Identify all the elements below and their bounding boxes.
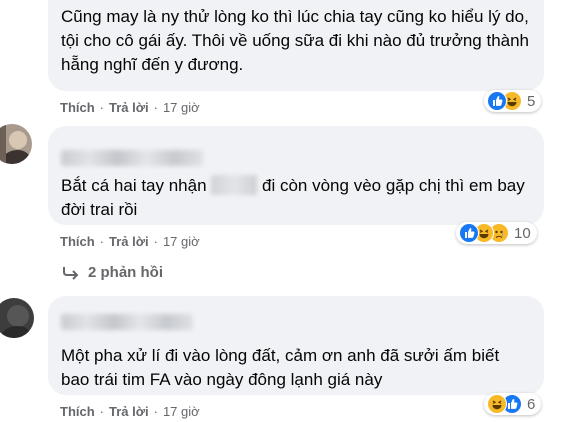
timestamp[interactable]: 17 giờ: [163, 100, 200, 115]
comment-text: Một pha xử lí đi vào lòng đất, cảm ơn an…: [61, 346, 500, 389]
comment-bubble: Một pha xử lí đi vào lòng đất, cảm ơn an…: [48, 296, 544, 395]
like-link[interactable]: Thích: [60, 100, 95, 115]
reply-link[interactable]: Trả lời: [109, 404, 149, 419]
haha-icon: [487, 394, 507, 414]
timestamp[interactable]: 17 giờ: [163, 234, 200, 249]
view-replies-link[interactable]: 2 phản hồi: [62, 264, 163, 281]
avatar[interactable]: [0, 298, 34, 338]
comment-actions: Thích · Trả lời · 17 giờ: [60, 404, 200, 419]
reaction-count: 5: [527, 92, 536, 110]
comment-actions: Thích · Trả lời · 17 giờ: [60, 234, 200, 249]
censored-word: [211, 175, 258, 195]
comment-text: Bắt cá hai tay nhận đi còn vòng vèo gặp …: [61, 174, 531, 222]
comment-bubble: Bắt cá hai tay nhận đi còn vòng vèo gặp …: [48, 126, 544, 225]
comment-actions: Thích · Trả lời · 17 giờ: [60, 100, 200, 115]
reply-link[interactable]: Trả lời: [109, 100, 149, 115]
like-link[interactable]: Thích: [60, 404, 95, 419]
reaction-summary[interactable]: 10: [456, 222, 537, 244]
replies-label: 2 phản hồi: [88, 264, 163, 281]
commenter-name[interactable]: [61, 150, 203, 166]
reaction-count: 6: [527, 395, 536, 413]
like-icon: [487, 91, 507, 111]
comment-text: Cũng may là ny thử lòng ko thì lúc chia …: [61, 7, 530, 74]
timestamp[interactable]: 17 giờ: [163, 404, 200, 419]
reaction-count: 10: [514, 224, 531, 242]
comment-text-part: Bắt cá hai tay nhận: [61, 176, 207, 195]
like-icon: [459, 223, 479, 243]
commenter-name[interactable]: [61, 314, 193, 330]
reply-link[interactable]: Trả lời: [109, 234, 149, 249]
comment-bubble: Cũng may là ny thử lòng ko thì lúc chia …: [48, 0, 544, 91]
reaction-summary[interactable]: 6: [484, 393, 542, 415]
like-link[interactable]: Thích: [60, 234, 95, 249]
reply-arrow-icon: [62, 266, 80, 280]
avatar[interactable]: [0, 124, 32, 164]
reaction-summary[interactable]: 5: [484, 90, 542, 112]
